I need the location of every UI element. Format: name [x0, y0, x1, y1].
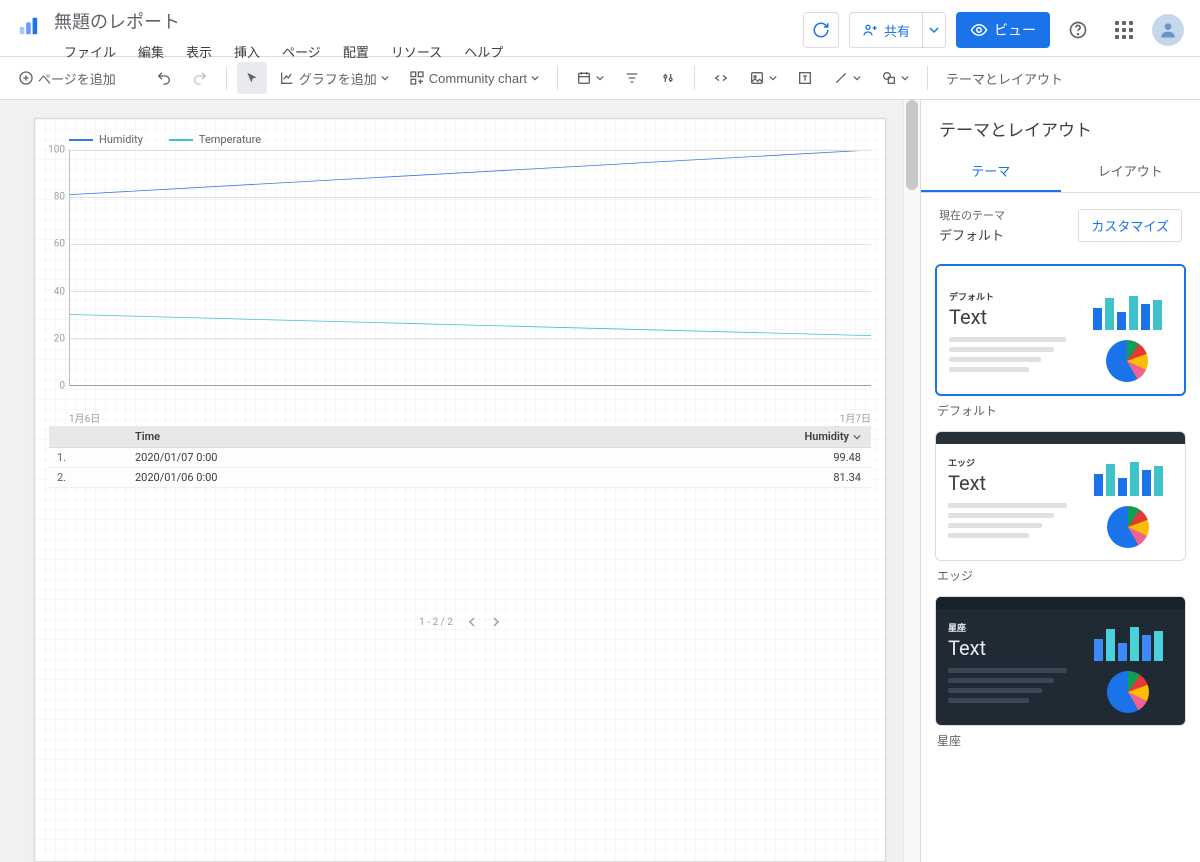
image-button[interactable]: [741, 62, 785, 94]
apps-button[interactable]: [1106, 12, 1142, 48]
add-page-label: ページを追加: [38, 69, 116, 88]
theme-card-1[interactable]: エッジText: [935, 431, 1186, 561]
add-chart-label: グラフを追加: [299, 69, 377, 88]
chart-legend: Humidity Temperature: [49, 133, 871, 146]
share-dropdown-icon[interactable]: [923, 25, 945, 35]
tab-theme[interactable]: テーマ: [921, 151, 1061, 192]
customize-button[interactable]: カスタマイズ: [1078, 209, 1182, 242]
view-label: ビュー: [994, 20, 1036, 40]
help-button[interactable]: [1060, 12, 1096, 48]
undo-button[interactable]: [148, 62, 180, 94]
menu-bar: ファイル編集表示挿入ページ配置リソースヘルプ: [54, 38, 803, 65]
document-title[interactable]: 無題のレポート: [54, 8, 803, 34]
table-row[interactable]: 2.2020/01/06 0:0081.34: [49, 468, 871, 488]
x-tick-1: 1月7日: [840, 410, 871, 425]
y-axis: 020406080100: [39, 150, 69, 386]
app-header: 無題のレポート ファイル編集表示挿入ページ配置リソースヘルプ 共有 ビュー: [0, 0, 1200, 56]
theme-name-2: 星座: [937, 732, 1184, 749]
theme-layout-label[interactable]: テーマとレイアウト: [946, 69, 1063, 88]
scrollbar-thumb[interactable]: [906, 100, 918, 190]
menu-2[interactable]: 表示: [176, 38, 222, 65]
select-tool-button[interactable]: [237, 62, 267, 94]
y-tick: 80: [54, 192, 65, 203]
panel-title: テーマとレイアウト: [921, 100, 1200, 151]
data-control-button[interactable]: [652, 62, 684, 94]
x-tick-0: 1月6日: [69, 410, 100, 425]
y-tick: 60: [54, 239, 65, 250]
menu-1[interactable]: 編集: [128, 38, 174, 65]
menu-3[interactable]: 挿入: [224, 38, 270, 65]
theme-card-0[interactable]: デフォルトText: [935, 264, 1186, 396]
pager-next-icon[interactable]: [491, 617, 501, 627]
tab-layout[interactable]: レイアウト: [1061, 151, 1200, 192]
refresh-button[interactable]: [803, 12, 839, 48]
add-chart-button[interactable]: グラフを追加: [271, 62, 397, 94]
text-button[interactable]: [789, 62, 821, 94]
date-range-button[interactable]: [568, 62, 612, 94]
url-embed-button[interactable]: [705, 62, 737, 94]
share-label: 共有: [884, 21, 910, 40]
side-panel: テーマとレイアウト テーマ レイアウト 現在のテーマ デフォルト カスタマイズ …: [920, 100, 1200, 862]
theme-card-2[interactable]: 星座Text: [935, 596, 1186, 726]
report-page[interactable]: HumidityTemperature 020406080100 1月6日 1月…: [34, 118, 886, 862]
legend-item-1: Temperature: [169, 133, 261, 146]
panel-tabs: テーマ レイアウト: [921, 151, 1200, 193]
account-avatar[interactable]: [1152, 14, 1184, 46]
community-chart-button[interactable]: Community chart: [401, 62, 547, 94]
y-tick: 100: [48, 145, 65, 156]
community-chart-label: Community chart: [429, 71, 527, 86]
line-chart[interactable]: Humidity Temperature 020406080100 1月6日 1月…: [35, 119, 885, 414]
filter-button[interactable]: [616, 62, 648, 94]
chart-plot: 020406080100 1月6日 1月7日: [69, 150, 871, 410]
view-button[interactable]: ビュー: [956, 12, 1050, 48]
legend-item-0: Humidity: [69, 133, 143, 146]
current-theme-value: デフォルト: [939, 225, 1005, 244]
y-tick: 40: [54, 286, 65, 297]
menu-0[interactable]: ファイル: [54, 38, 126, 65]
line-button[interactable]: [825, 62, 869, 94]
app-logo: [14, 12, 42, 40]
menu-4[interactable]: ページ: [272, 38, 331, 65]
share-button[interactable]: 共有: [849, 12, 946, 48]
table-header: Time Humidity: [49, 426, 871, 448]
shape-button[interactable]: [873, 62, 917, 94]
col-time[interactable]: Time: [135, 430, 781, 443]
theme-name-0: デフォルト: [937, 402, 1184, 419]
y-tick: 20: [54, 333, 65, 344]
menu-7[interactable]: ヘルプ: [454, 38, 513, 65]
current-theme-label: 現在のテーマ: [939, 207, 1005, 223]
table-row[interactable]: 1.2020/01/07 0:0099.48: [49, 448, 871, 468]
add-page-button[interactable]: ページを追加: [10, 62, 124, 94]
menu-5[interactable]: 配置: [333, 38, 379, 65]
theme-name-1: エッジ: [937, 567, 1184, 584]
menu-6[interactable]: リソース: [381, 38, 452, 65]
chart-grid: [69, 150, 871, 386]
pager-text: 1 - 2 / 2: [419, 617, 453, 628]
data-table[interactable]: Time Humidity 1.2020/01/07 0:0099.482.20…: [49, 426, 871, 488]
apps-icon: [1115, 21, 1133, 39]
redo-button[interactable]: [184, 62, 216, 94]
canvas-area[interactable]: HumidityTemperature 020406080100 1月6日 1月…: [0, 100, 920, 862]
sort-desc-icon: [853, 433, 861, 441]
table-pager: 1 - 2 / 2: [35, 608, 885, 636]
col-value[interactable]: Humidity: [781, 430, 871, 443]
pager-prev-icon[interactable]: [467, 617, 477, 627]
y-tick: 0: [59, 381, 65, 392]
